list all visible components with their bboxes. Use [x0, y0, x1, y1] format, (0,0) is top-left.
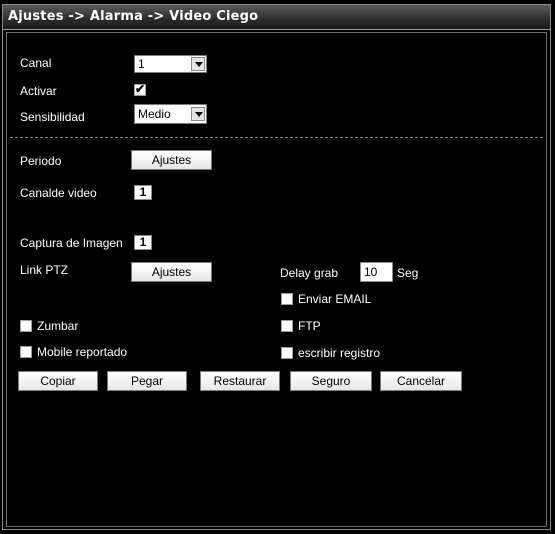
delay-label: Delay grab — [280, 266, 339, 280]
activar-label: Activar — [20, 84, 57, 98]
canal-video-label: Canalde video — [20, 186, 97, 200]
enviar-email-label: Enviar EMAIL — [298, 292, 372, 306]
delay-input[interactable]: 10 — [360, 262, 393, 282]
window-title: Ajustes -> Alarma -> Video Ciego — [8, 9, 259, 24]
chevron-down-icon[interactable] — [191, 57, 205, 71]
cancelar-button[interactable]: Cancelar — [380, 371, 462, 391]
video-blind-window: Ajustes -> Alarma -> Video Ciego Canal 1… — [2, 4, 551, 530]
canal-value: 1 — [138, 57, 145, 71]
pegar-button[interactable]: Pegar — [107, 371, 187, 391]
zumbar-label: Zumbar — [37, 319, 79, 333]
title-bar: Ajustes -> Alarma -> Video Ciego — [3, 5, 550, 30]
captura-label: Captura de Imagen — [20, 236, 123, 250]
settings-panel: Canal 1 Activar ✔ Sensibilidad Medio Per… — [6, 32, 547, 527]
delay-unit: Seg — [397, 266, 419, 280]
section-divider — [10, 137, 543, 138]
ftp-checkbox[interactable] — [281, 320, 293, 332]
sensibilidad-label: Sensibilidad — [20, 110, 85, 124]
periodo-label: Periodo — [20, 154, 62, 168]
sensibilidad-select[interactable]: Medio — [134, 104, 207, 124]
ftp-label: FTP — [298, 319, 321, 333]
enviar-email-checkbox[interactable] — [281, 293, 293, 305]
registro-label: escribir registro — [298, 346, 381, 360]
checkmark-icon: ✔ — [135, 82, 146, 96]
copiar-button[interactable]: Copiar — [18, 371, 98, 391]
canal-select[interactable]: 1 — [134, 55, 207, 73]
captura-selector[interactable]: 1 — [134, 235, 152, 250]
mobile-label: Mobile reportado — [37, 345, 128, 359]
link-ptz-ajustes-button[interactable]: Ajustes — [131, 262, 212, 282]
sensibilidad-value: Medio — [138, 107, 171, 121]
periodo-ajustes-button[interactable]: Ajustes — [131, 150, 212, 170]
registro-checkbox[interactable] — [281, 347, 293, 359]
chevron-down-icon[interactable] — [191, 107, 205, 121]
seguro-button[interactable]: Seguro — [290, 371, 372, 391]
activar-checkbox[interactable]: ✔ — [134, 82, 146, 96]
link-ptz-label: Link PTZ — [20, 263, 69, 277]
canal-label: Canal — [20, 56, 52, 70]
mobile-checkbox[interactable] — [20, 346, 32, 358]
zumbar-checkbox[interactable] — [20, 320, 32, 332]
restaurar-button[interactable]: Restaurar — [200, 371, 280, 391]
canal-video-selector[interactable]: 1 — [134, 185, 152, 200]
